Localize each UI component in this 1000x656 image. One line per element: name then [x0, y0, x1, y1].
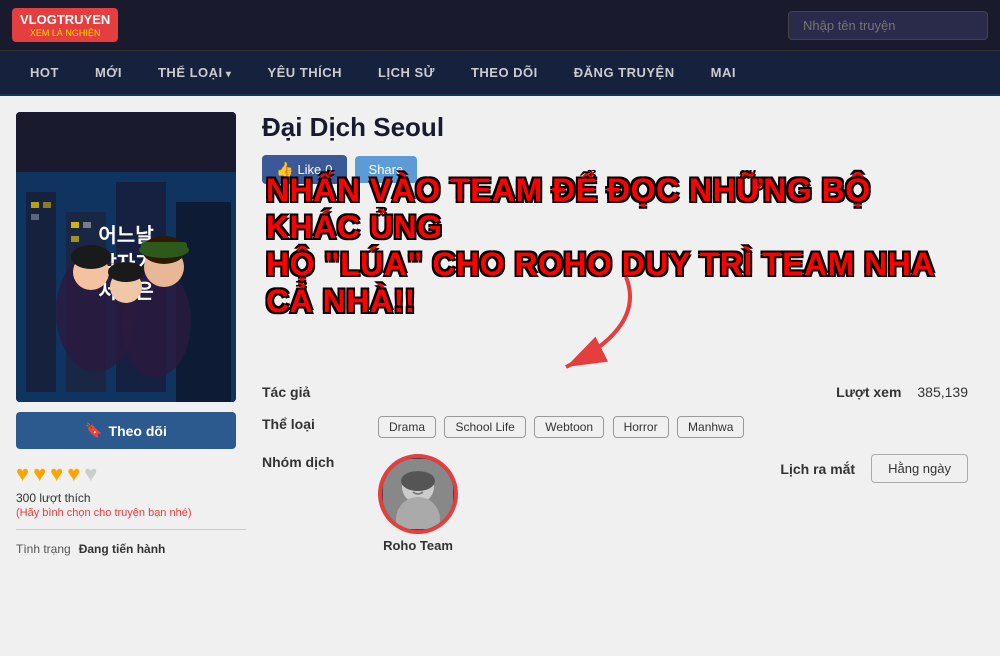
nav-lichsu[interactable]: LỊCH SỬ	[360, 51, 453, 94]
group-row: Nhóm dịch	[262, 454, 968, 553]
heart-5[interactable]: ♥	[84, 461, 97, 487]
vote-hint: (Hãy bình chọn cho truyện bạn nhé)	[16, 507, 246, 519]
team-name: Roho Team	[383, 538, 453, 553]
like-label: Like	[297, 162, 321, 177]
author-row: Tác giả Lượt xem 385,139	[262, 384, 968, 400]
genre-tag-horror[interactable]: Horror	[613, 416, 669, 438]
promo-line2: HỘ "LÚA" CHO ROHO DUY TRÌ TEAM NHA CẢ NH…	[266, 246, 964, 320]
heart-3[interactable]: ♥	[50, 461, 63, 487]
like-count-display: 0	[325, 162, 332, 177]
main-content: ROHO TEAM VLOGTRUYEN XEM LÀ NGHIỆN	[0, 96, 1000, 656]
left-panel: ROHO TEAM VLOGTRUYEN XEM LÀ NGHIỆN	[16, 112, 246, 640]
genre-tag-manhwa[interactable]: Manhwa	[677, 416, 744, 438]
nav-mai[interactable]: MAI	[693, 51, 754, 94]
heart-rating: ♥ ♥ ♥ ♥ ♥	[16, 461, 246, 487]
nav-theodoi[interactable]: THEO DÕI	[453, 51, 556, 94]
manga-cover: ROHO TEAM VLOGTRUYEN XEM LÀ NGHIỆN	[16, 112, 236, 402]
group-label: Nhóm dịch	[262, 454, 362, 470]
genre-tag-schoollife[interactable]: School Life	[444, 416, 525, 438]
heart-4[interactable]: ♥	[67, 461, 80, 487]
nav-dangtruyen[interactable]: ĐĂNG TRUYỆN	[556, 51, 693, 94]
bookmark-icon: 🔖	[85, 422, 102, 439]
release-section: Lịch ra mắt Hằng ngày	[780, 454, 968, 483]
search-input[interactable]	[788, 11, 988, 40]
logo-area: VLOGTRUYEN XEM LÀ NGHIỆN	[12, 8, 118, 42]
team-avatar[interactable]	[378, 454, 458, 534]
follow-button[interactable]: 🔖 Theo dõi	[16, 412, 236, 449]
heart-1[interactable]: ♥	[16, 461, 29, 487]
release-value-button[interactable]: Hằng ngày	[871, 454, 968, 483]
views-section: Lượt xem 385,139	[836, 384, 968, 400]
logo-line1: VLOGTRUYEN	[20, 12, 110, 28]
status-value: Đang tiến hành	[79, 542, 166, 556]
genre-tag-webtoon[interactable]: Webtoon	[534, 416, 604, 438]
thumbs-up-icon: 👍	[276, 161, 293, 178]
share-button[interactable]: Share	[355, 156, 418, 183]
nav-moi[interactable]: MỚI	[77, 51, 140, 94]
logo-line2: XEM LÀ NGHIỆN	[20, 28, 110, 39]
nav-yeuthich[interactable]: YÊU THÍCH	[249, 51, 360, 94]
genre-row: Thể loại Drama School Life Webtoon Horro…	[262, 416, 968, 438]
right-panel: Đại Dịch Seoul 👍 Like 0 Share NHẤN VÀO T…	[246, 112, 984, 640]
status-label: Tình trạng	[16, 542, 71, 556]
site-logo[interactable]: VLOGTRUYEN XEM LÀ NGHIỆN	[12, 8, 118, 42]
divider	[16, 529, 246, 530]
info-section: Tác giả Lượt xem 385,139 Thể loại Drama …	[262, 384, 968, 553]
header: VLOGTRUYEN XEM LÀ NGHIỆN	[0, 0, 1000, 51]
main-nav: HOT MỚI THỂ LOẠI YÊU THÍCH LỊCH SỬ THEO …	[0, 51, 1000, 96]
genre-tags: Drama School Life Webtoon Horror Manhwa	[378, 416, 748, 438]
promo-arrow	[466, 267, 666, 387]
action-buttons: 👍 Like 0 Share	[262, 155, 968, 184]
views-label: Lượt xem	[836, 384, 901, 400]
promo-overlay: NHẤN VÀO TEAM ĐỂ ĐỌC NHỮNG BỘ KHÁC ỦNG H…	[266, 172, 964, 319]
follow-label: Theo dõi	[109, 423, 167, 439]
cover-overlay: 어느날 갑자기 서울은	[16, 112, 236, 402]
heart-2[interactable]: ♥	[33, 461, 46, 487]
vote-count: 300 lượt thích	[16, 491, 246, 505]
genre-label: Thể loại	[262, 416, 362, 432]
genre-tag-drama[interactable]: Drama	[378, 416, 436, 438]
team-area: Roho Team	[378, 454, 458, 553]
release-label: Lịch ra mắt	[780, 461, 855, 477]
status-row: Tình trạng Đang tiến hành	[16, 542, 246, 556]
views-value: 385,139	[917, 384, 968, 400]
like-button[interactable]: 👍 Like 0	[262, 155, 347, 184]
author-label: Tác giả	[262, 384, 362, 400]
nav-hot[interactable]: HOT	[12, 51, 77, 94]
manga-title: Đại Dịch Seoul	[262, 112, 968, 143]
nav-theloai[interactable]: THỂ LOẠI	[140, 51, 249, 94]
